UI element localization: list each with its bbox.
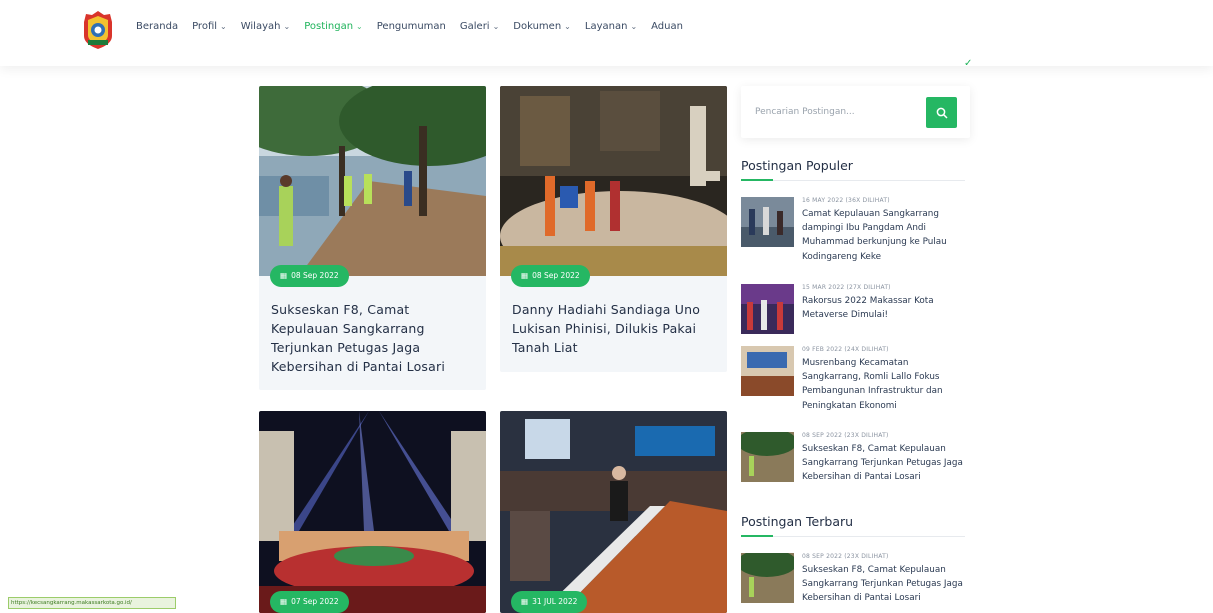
post-card[interactable]: ▦ 07 Sep 2022 [259, 411, 486, 613]
main-nav: Beranda Profil ⌄ Wilayah ⌄ Postingan ⌄ Peng… [136, 21, 697, 32]
popular-posts-heading: Postingan Populer [741, 158, 853, 173]
date-text: 31 JUL 2022 [532, 597, 578, 606]
status-bar-url: https://kecsangkarrang.makassarkota.go.i… [8, 597, 176, 609]
post-card-image[interactable] [259, 411, 486, 613]
nav-label: Layanan [584, 21, 628, 32]
post-thumbnail[interactable] [741, 284, 794, 334]
nav-profil[interactable]: Profil ⌄ [192, 21, 227, 32]
divider [741, 536, 965, 537]
post-card-image[interactable] [259, 86, 486, 276]
nav-label: Beranda [136, 21, 179, 32]
date-text: 07 Sep 2022 [291, 597, 339, 606]
search-icon [936, 107, 948, 119]
post-meta: 08 SEP 2022 (23X DILIHAT) [802, 432, 889, 439]
post-card-image[interactable] [500, 86, 727, 276]
post-card-title[interactable]: Danny Hadiahi Sandiaga Uno Lukisan Phini… [512, 300, 712, 357]
nav-wilayah[interactable]: Wilayah ⌄ [241, 21, 290, 32]
nav-label: Pengumuman [376, 21, 446, 32]
heading-accent [741, 179, 773, 181]
nav-pengumuman[interactable]: Pengumuman [377, 21, 446, 32]
date-text: 08 Sep 2022 [532, 271, 580, 280]
date-badge: ▦ 07 Sep 2022 [270, 591, 349, 613]
calendar-icon: ▦ [521, 271, 529, 280]
search-input[interactable] [753, 100, 917, 124]
nav-beranda[interactable]: Beranda [136, 21, 178, 32]
chevron-down-icon: ⌄ [220, 22, 227, 31]
post-title-link[interactable]: Rakorsus 2022 Makassar Kota Metaverse Di… [802, 294, 964, 322]
post-card[interactable]: ▦ 31 JUL 2022 [500, 411, 727, 613]
nav-label: Postingan [304, 21, 354, 32]
post-meta: 09 FEB 2022 (24X DILIHAT) [802, 346, 889, 353]
post-title-link[interactable]: Sukseskan F8, Camat Kepulauan Sangkarran… [802, 563, 964, 606]
date-badge: ▦ 31 JUL 2022 [511, 591, 588, 613]
nav-postingan[interactable]: Postingan ⌄ [304, 21, 363, 32]
post-card-title[interactable]: Sukseskan F8, Camat Kepulauan Sangkarran… [271, 300, 471, 376]
calendar-icon: ▦ [280, 271, 288, 280]
divider [741, 180, 965, 181]
nav-label: Wilayah [240, 21, 281, 32]
post-meta: 08 SEP 2022 (23X DILIHAT) [802, 553, 889, 560]
chevron-down-icon: ⌄ [492, 22, 500, 31]
popular-post-item[interactable]: 15 MAR 2022 (27X DILIHAT) Rakorsus 2022 … [741, 284, 966, 334]
chevron-down-icon: ⌄ [283, 22, 291, 31]
post-thumbnail[interactable] [741, 432, 794, 482]
date-text: 08 Sep 2022 [291, 271, 339, 280]
nav-label: Dokumen [513, 21, 562, 32]
search-box [741, 86, 970, 138]
nav-galeri[interactable]: Galeri ⌄ [460, 21, 499, 32]
latest-post-item[interactable]: 08 SEP 2022 (23X DILIHAT) Sukseskan F8, … [741, 553, 966, 613]
post-title-link[interactable]: Musrenbang Kecamatan Sangkarrang, Romli … [802, 356, 964, 413]
post-title-link[interactable]: Sukseskan F8, Camat Kepulauan Sangkarran… [802, 442, 964, 485]
site-header: Beranda Profil ⌄ Wilayah ⌄ Postingan ⌄ Peng… [0, 0, 1213, 66]
chevron-down-icon: ⌄ [630, 22, 638, 31]
check-icon: ✓ [964, 58, 973, 69]
post-card-image[interactable] [500, 411, 727, 613]
nav-layanan[interactable]: Layanan ⌄ [585, 21, 637, 32]
chevron-down-icon: ⌄ [356, 22, 363, 31]
calendar-icon: ▦ [280, 597, 288, 606]
latest-posts-heading: Postingan Terbaru [741, 514, 854, 529]
search-button[interactable] [926, 97, 957, 128]
post-thumbnail[interactable] [741, 197, 794, 247]
popular-post-item[interactable]: 08 SEP 2022 (23X DILIHAT) Sukseskan F8, … [741, 432, 966, 497]
date-badge: ▦ 08 Sep 2022 [270, 265, 349, 287]
popular-post-item[interactable]: 16 MAY 2022 (36X DILIHAT) Camat Kepulaua… [741, 197, 966, 272]
popular-post-item[interactable]: 09 FEB 2022 (24X DILIHAT) Musrenbang Kec… [741, 346, 966, 421]
post-meta: 15 MAR 2022 (27X DILIHAT) [802, 284, 891, 291]
post-thumbnail[interactable] [741, 346, 794, 396]
calendar-icon: ▦ [521, 597, 529, 606]
nav-label: Profil [192, 21, 218, 32]
nav-label: Galeri [459, 21, 490, 32]
post-title-link[interactable]: Camat Kepulauan Sangkarrang dampingi Ibu… [802, 207, 964, 264]
nav-dokumen[interactable]: Dokumen ⌄ [513, 21, 571, 32]
date-badge: ▦ 08 Sep 2022 [511, 265, 590, 287]
post-thumbnail[interactable] [741, 553, 794, 603]
city-emblem-logo[interactable] [82, 10, 114, 50]
heading-accent [741, 535, 773, 537]
chevron-down-icon: ⌄ [564, 22, 571, 31]
post-card[interactable]: ▦ 08 Sep 2022 Danny Hadiahi Sandiaga Uno … [500, 86, 727, 372]
nav-aduan[interactable]: Aduan [651, 21, 683, 32]
post-meta: 16 MAY 2022 (36X DILIHAT) [802, 197, 890, 204]
nav-label: Aduan [651, 21, 683, 32]
post-card[interactable]: ▦ 08 Sep 2022 Sukseskan F8, Camat Kepulau… [259, 86, 486, 390]
